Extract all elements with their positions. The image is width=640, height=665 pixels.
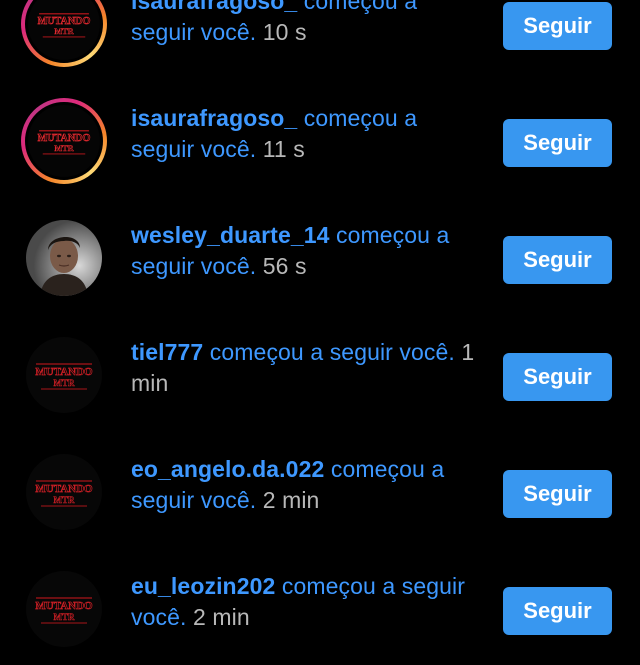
logo-text-bottom: MTR <box>54 27 74 36</box>
follow-button[interactable]: Seguir <box>503 119 612 167</box>
timestamp: 11 s <box>256 136 305 162</box>
notification-row[interactable]: MUTANDO MTR eo_angelo.da.022 começou a s… <box>0 431 640 548</box>
notification-text: eo_angelo.da.022 começou a seguir você. … <box>131 454 481 516</box>
logo-text-top: MUTANDO <box>35 600 93 612</box>
logo-text-bottom: MTR <box>54 144 74 153</box>
person-photo-icon <box>26 220 102 296</box>
timestamp: 2 min <box>186 604 250 630</box>
activity-feed: MUTANDO MTR isaurafragoso_ começou a seg… <box>0 0 640 665</box>
notification-row[interactable]: wesley_duarte_14 começou a seguir você. … <box>0 197 640 314</box>
notification-text: isaurafragoso_ começou a seguir você. 10… <box>131 0 481 48</box>
follow-button[interactable]: Seguir <box>503 587 612 635</box>
stranger-things-logo-icon: MUTANDO MTR <box>28 105 100 177</box>
timestamp: 2 min <box>256 487 320 513</box>
stranger-things-logo-icon: MUTANDO MTR <box>26 337 102 413</box>
username-link[interactable]: isaurafragoso_ <box>131 105 297 131</box>
timestamp: 10 s <box>256 19 307 45</box>
avatar[interactable] <box>26 220 102 296</box>
logo-text-bottom: MTR <box>54 495 75 505</box>
avatar-container[interactable]: MUTANDO MTR <box>21 566 107 652</box>
notification-row[interactable]: MUTANDO MTR isaurafragoso_ começou a seg… <box>0 80 640 197</box>
username-link[interactable]: isaurafragoso_ <box>131 0 297 14</box>
follow-button[interactable]: Seguir <box>503 236 612 284</box>
notification-row[interactable]: MUTANDO MTR eu_leozin202 começou a segui… <box>0 548 640 665</box>
logo-text-top: MUTANDO <box>38 133 91 144</box>
logo-text-bottom: MTR <box>54 378 75 388</box>
username-link[interactable]: wesley_duarte_14 <box>131 222 330 248</box>
story-ring[interactable]: MUTANDO MTR <box>21 0 107 67</box>
avatar[interactable]: MUTANDO MTR <box>26 454 102 530</box>
username-link[interactable]: eu_leozin202 <box>131 573 275 599</box>
avatar-container[interactable]: MUTANDO MTR <box>21 449 107 535</box>
stranger-things-logo-icon: MUTANDO MTR <box>26 571 102 647</box>
logo-text-top: MUTANDO <box>35 483 93 495</box>
follow-button[interactable]: Seguir <box>503 2 612 50</box>
timestamp: 56 s <box>256 253 307 279</box>
avatar[interactable]: MUTANDO MTR <box>26 337 102 413</box>
logo-text-top: MUTANDO <box>35 366 93 378</box>
follow-button[interactable]: Seguir <box>503 470 612 518</box>
notification-text: isaurafragoso_ começou a seguir você. 11… <box>131 103 481 165</box>
avatar[interactable]: MUTANDO MTR <box>25 102 103 180</box>
story-ring[interactable]: MUTANDO MTR <box>21 98 107 184</box>
action-text: começou a seguir você. <box>203 339 455 365</box>
stranger-things-logo-icon: MUTANDO MTR <box>26 454 102 530</box>
logo-text-top: MUTANDO <box>38 16 91 27</box>
notification-text: eu_leozin202 começou a seguir você. 2 mi… <box>131 571 481 633</box>
notification-row[interactable]: MUTANDO MTR isaurafragoso_ começou a seg… <box>0 0 640 80</box>
avatar[interactable]: MUTANDO MTR <box>26 571 102 647</box>
avatar-container[interactable] <box>21 215 107 301</box>
stranger-things-logo-icon: MUTANDO MTR <box>28 0 100 60</box>
username-link[interactable]: eo_angelo.da.022 <box>131 456 324 482</box>
follow-button[interactable]: Seguir <box>503 353 612 401</box>
username-link[interactable]: tiel777 <box>131 339 203 365</box>
logo-text-bottom: MTR <box>54 612 75 622</box>
avatar-container[interactable]: MUTANDO MTR <box>21 332 107 418</box>
notification-text: wesley_duarte_14 começou a seguir você. … <box>131 220 481 282</box>
notification-text: tiel777 começou a seguir você. 1 min <box>131 337 481 399</box>
avatar[interactable]: MUTANDO MTR <box>25 0 103 63</box>
notification-row[interactable]: MUTANDO MTR tiel777 começou a seguir voc… <box>0 314 640 431</box>
